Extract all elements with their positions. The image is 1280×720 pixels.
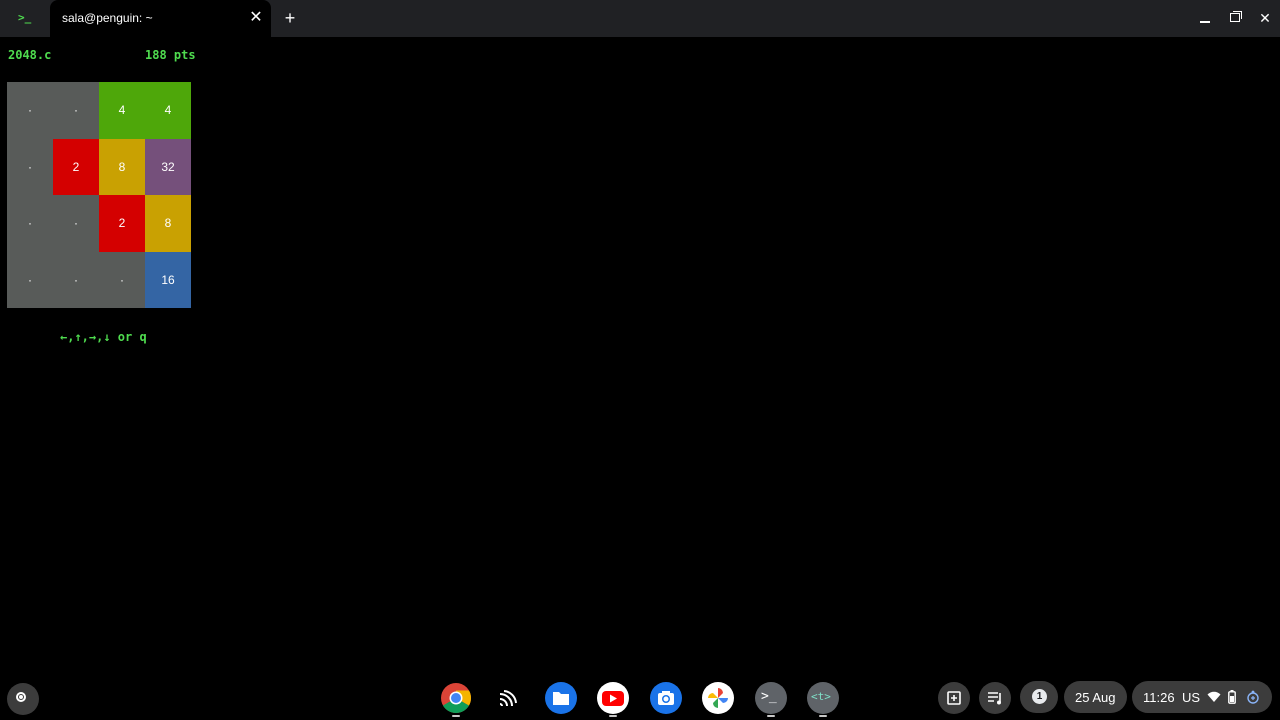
screen-capture-button[interactable]	[938, 682, 970, 714]
terminal-app-icon: >_	[18, 11, 32, 24]
score: 188 pts	[145, 48, 196, 62]
wifi-icon	[1207, 691, 1221, 702]
new-tab-button[interactable]: +	[282, 8, 298, 28]
chrome-button[interactable]	[440, 682, 472, 714]
minimize-icon	[1200, 21, 1210, 23]
board-tile: ·	[99, 251, 145, 308]
board-tile: ·	[7, 251, 53, 308]
playlist-icon	[988, 692, 1001, 705]
date-label: 25 Aug	[1075, 690, 1116, 705]
running-indicator	[452, 715, 460, 717]
restore-icon-back	[1233, 11, 1242, 19]
board-tile: 16	[145, 251, 191, 308]
photos-button[interactable]	[702, 682, 734, 714]
minimize-button[interactable]	[1194, 8, 1216, 28]
locale-label: US	[1182, 690, 1201, 705]
board-tile: ·	[7, 195, 53, 252]
launcher-button[interactable]	[7, 683, 39, 715]
board-tile: 4	[99, 82, 145, 139]
youtube-button[interactable]	[597, 682, 629, 714]
tab-title: sala@penguin: ~	[62, 11, 153, 25]
board-tile: ·	[7, 138, 53, 195]
tab-terminal[interactable]: sala@penguin: ~ ✕	[50, 0, 271, 37]
board-tile: 2	[53, 138, 99, 195]
controls-hint: ←,↑,→,↓ or q	[60, 330, 147, 344]
files-button[interactable]	[545, 682, 577, 714]
board-tile: ·	[53, 251, 99, 308]
accessibility-icon	[1247, 690, 1259, 704]
title-bar: >_ sala@penguin: ~ ✕ + ✕	[0, 0, 1280, 37]
board-tile: 8	[145, 195, 191, 252]
game-name: 2048.c	[8, 48, 52, 62]
running-indicator	[609, 715, 617, 717]
camera-button[interactable]	[650, 682, 682, 714]
game-board: · · 4 4 · 2 8 32 · · 2 8 · · · 16	[7, 82, 191, 308]
board-tile: 32	[145, 138, 191, 195]
cast-button[interactable]	[492, 682, 524, 714]
running-indicator	[767, 715, 775, 717]
board-tile: 8	[99, 138, 145, 195]
notifications-button[interactable]: 1	[1020, 681, 1058, 713]
board-tile: ·	[7, 82, 53, 139]
time-label: 11:26	[1143, 690, 1175, 705]
battery-icon	[1228, 690, 1236, 704]
board-tile: 4	[145, 82, 191, 139]
status-area[interactable]: 11:26 US	[1132, 681, 1272, 713]
camera-icon	[658, 691, 674, 705]
tab-close-button[interactable]: ✕	[248, 8, 264, 28]
chrome-icon	[441, 683, 472, 714]
board-tile: ·	[53, 82, 99, 139]
text-editor-button[interactable]: <t>	[807, 682, 839, 714]
photos-icon	[708, 688, 728, 708]
notification-count-badge: 1	[1032, 689, 1047, 704]
youtube-icon	[602, 691, 624, 706]
board-tile: ·	[53, 195, 99, 252]
board-tile: 2	[99, 195, 145, 252]
cast-icon	[499, 690, 517, 707]
files-icon	[553, 692, 569, 705]
date-tray[interactable]: 25 Aug	[1064, 681, 1127, 713]
text-editor-icon: <t>	[811, 690, 831, 703]
shelf: >_ <t> 1 25 Aug 11:26 US	[0, 674, 1280, 720]
close-window-button[interactable]: ✕	[1254, 8, 1276, 28]
tote-icon	[947, 691, 961, 705]
media-controls-button[interactable]	[979, 682, 1011, 714]
terminal-icon: >_	[761, 689, 777, 704]
launcher-icon-dot	[19, 695, 23, 699]
running-indicator	[819, 715, 827, 717]
terminal-button[interactable]: >_	[755, 682, 787, 714]
maximize-button[interactable]	[1224, 8, 1246, 28]
